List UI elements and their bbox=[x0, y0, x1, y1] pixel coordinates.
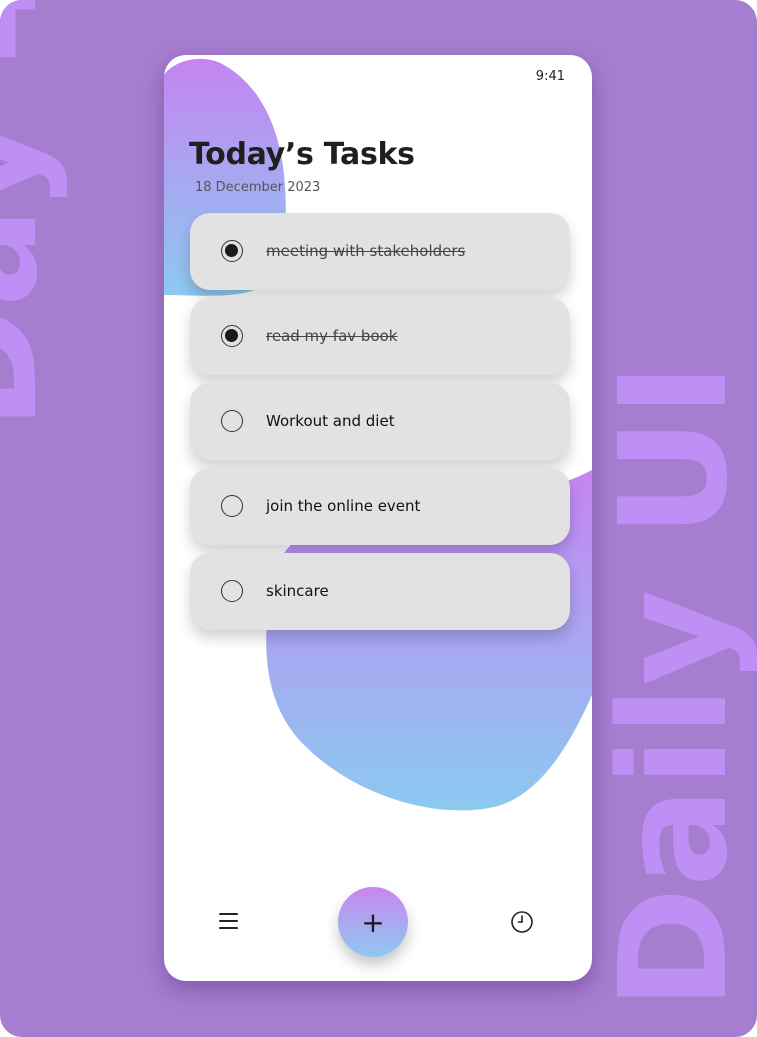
decorative-day-label: Day 42 bbox=[0, 0, 70, 430]
task-checkbox[interactable] bbox=[221, 410, 243, 432]
task-label: skincare bbox=[266, 582, 329, 600]
task-item[interactable]: skincare bbox=[190, 553, 570, 630]
page-date: 18 December 2023 bbox=[195, 180, 321, 195]
add-task-button[interactable]: + bbox=[338, 887, 408, 957]
task-checkbox[interactable] bbox=[221, 495, 243, 517]
task-item[interactable]: meeting with stakeholders bbox=[190, 213, 570, 290]
task-checkbox[interactable] bbox=[221, 240, 243, 262]
task-item[interactable]: join the online event bbox=[190, 468, 570, 545]
task-checkbox[interactable] bbox=[221, 580, 243, 602]
task-item[interactable]: read my fav book bbox=[190, 298, 570, 375]
task-item[interactable]: Workout and diet bbox=[190, 383, 570, 460]
page-title: Today’s Tasks bbox=[189, 137, 415, 172]
task-checkbox[interactable] bbox=[221, 325, 243, 347]
phone-screen: 9:41 Today’s Tasks 18 December 2023 meet… bbox=[164, 55, 592, 981]
task-label: Workout and diet bbox=[266, 412, 395, 430]
menu-icon[interactable] bbox=[219, 911, 239, 931]
status-time: 9:41 bbox=[535, 69, 565, 84]
background-canvas: Day 42 Daily UI 9:41 Today’s Tasks 18 De… bbox=[0, 0, 757, 1037]
decorative-daily-ui-label: Daily UI bbox=[588, 362, 757, 1010]
task-label: join the online event bbox=[266, 497, 421, 515]
clock-icon[interactable] bbox=[510, 910, 534, 934]
task-label: read my fav book bbox=[266, 327, 398, 345]
task-label: meeting with stakeholders bbox=[266, 242, 466, 260]
